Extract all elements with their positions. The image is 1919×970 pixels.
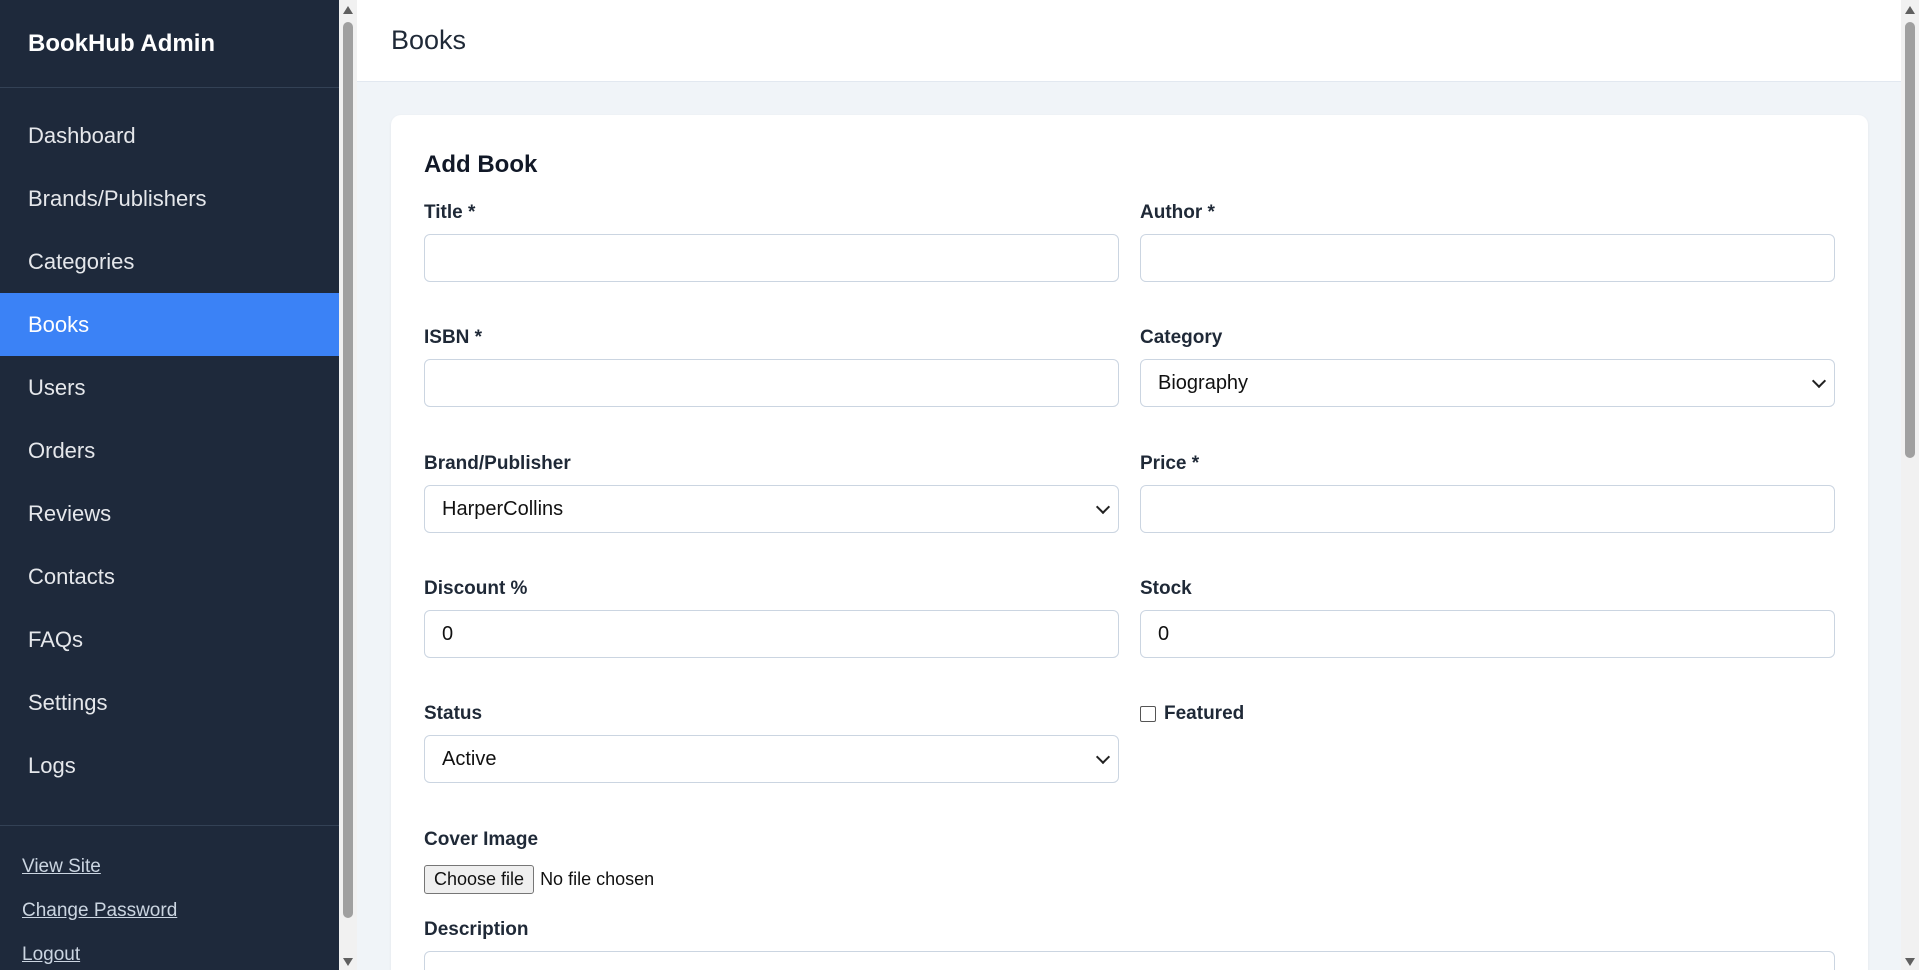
brand-select[interactable]: HarperCollins <box>424 485 1119 533</box>
isbn-input[interactable] <box>424 359 1119 407</box>
sidebar-footer: View Site Change Password Logout <box>0 825 339 970</box>
sidebar-item-categories[interactable]: Categories <box>0 230 339 293</box>
isbn-field-group: ISBN * <box>424 327 1119 407</box>
price-input[interactable] <box>1140 485 1835 533</box>
sidebar-item-dashboard[interactable]: Dashboard <box>0 104 339 167</box>
discount-label: Discount % <box>424 578 528 599</box>
status-field-group: Status Active <box>424 703 1119 783</box>
add-book-card: Add Book Title * Author * ISBN * Categor… <box>391 115 1868 970</box>
sidebar: BookHub Admin Dashboard Brands/Publisher… <box>0 0 339 970</box>
sidebar-item-reviews[interactable]: Reviews <box>0 482 339 545</box>
sidebar-item-contacts[interactable]: Contacts <box>0 545 339 608</box>
cover-image-file-input: Choose file No file chosen <box>424 865 654 894</box>
stock-field-group: Stock 0 <box>1140 578 1835 658</box>
author-label: Author * <box>1140 202 1215 223</box>
description-field-group: Description <box>424 919 1119 951</box>
page-header: Books <box>357 0 1901 82</box>
view-site-link[interactable]: View Site <box>0 856 339 900</box>
chevron-down-icon <box>1095 499 1111 514</box>
form-title: Add Book <box>424 151 538 178</box>
sidebar-item-logs[interactable]: Logs <box>0 734 339 797</box>
author-input[interactable] <box>1140 234 1835 282</box>
sidebar-item-orders[interactable]: Orders <box>0 419 339 482</box>
sidebar-item-faqs[interactable]: FAQs <box>0 608 339 671</box>
featured-label: Featured <box>1164 703 1245 724</box>
sidebar-scrollbar-thumb[interactable] <box>343 22 353 918</box>
chevron-down-icon <box>1811 373 1827 388</box>
scroll-up-arrow-icon[interactable] <box>1905 6 1915 14</box>
featured-checkbox[interactable] <box>1140 706 1156 722</box>
stock-input[interactable]: 0 <box>1140 610 1835 658</box>
price-label: Price * <box>1140 453 1200 474</box>
featured-checkbox-row: Featured <box>1140 703 1244 725</box>
sidebar-item-books[interactable]: Books <box>0 293 339 356</box>
status-label: Status <box>424 703 483 724</box>
main-scrollbar[interactable] <box>1901 0 1919 970</box>
logout-link[interactable]: Logout <box>0 944 339 970</box>
author-field-group: Author * <box>1140 202 1835 282</box>
cover-image-label: Cover Image <box>424 829 539 850</box>
scroll-up-arrow-icon[interactable] <box>343 6 353 14</box>
scroll-down-arrow-icon[interactable] <box>1905 958 1915 966</box>
sidebar-item-settings[interactable]: Settings <box>0 671 339 734</box>
category-selected-value: Biography <box>1158 371 1249 394</box>
discount-field-group: Discount % 0 <box>424 578 1119 658</box>
brand-selected-value: HarperCollins <box>442 497 564 520</box>
description-label: Description <box>424 919 529 940</box>
isbn-label: ISBN * <box>424 327 483 348</box>
sidebar-item-brands-publishers[interactable]: Brands/Publishers <box>0 167 339 230</box>
discount-input[interactable]: 0 <box>424 610 1119 658</box>
main-scrollbar-thumb[interactable] <box>1905 22 1915 458</box>
title-label: Title * <box>424 202 476 223</box>
price-field-group: Price * <box>1140 453 1835 533</box>
brand-label: Brand/Publisher <box>424 453 571 474</box>
stock-label: Stock <box>1140 578 1192 599</box>
brand-title: BookHub Admin <box>0 0 339 88</box>
sidebar-item-users[interactable]: Users <box>0 356 339 419</box>
category-select[interactable]: Biography <box>1140 359 1835 407</box>
file-status-text: No file chosen <box>540 869 655 889</box>
category-label: Category <box>1140 327 1223 348</box>
status-selected-value: Active <box>442 747 497 770</box>
description-textarea[interactable] <box>424 951 1835 970</box>
choose-file-button[interactable]: Choose file <box>424 865 535 894</box>
brand-field-group: Brand/Publisher HarperCollins <box>424 453 1119 533</box>
sidebar-scrollbar[interactable] <box>339 0 357 970</box>
change-password-link[interactable]: Change Password <box>0 900 339 944</box>
sidebar-nav: Dashboard Brands/Publishers Categories B… <box>0 88 339 797</box>
title-field-group: Title * <box>424 202 1119 282</box>
page-title: Books <box>391 25 467 55</box>
category-field-group: Category Biography <box>1140 327 1835 407</box>
title-input[interactable] <box>424 234 1119 282</box>
status-select[interactable]: Active <box>424 735 1119 783</box>
chevron-down-icon <box>1095 749 1111 764</box>
scroll-down-arrow-icon[interactable] <box>343 958 353 966</box>
cover-image-field-group: Cover Image <box>424 829 1119 861</box>
